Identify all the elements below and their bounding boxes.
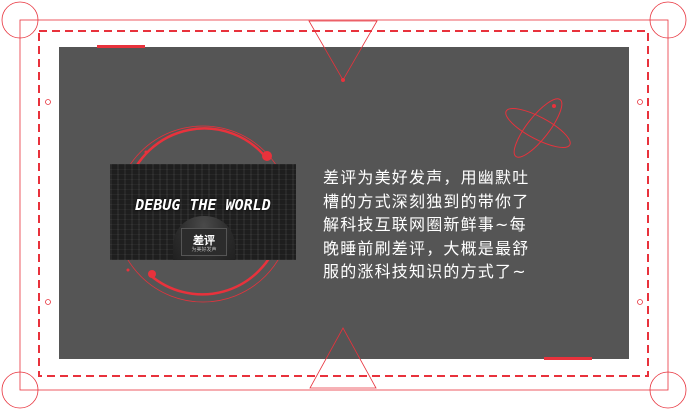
triangle-bottom bbox=[309, 327, 377, 389]
banner-image: DEBUG THE WORLD 差评 为美好发声 bbox=[110, 164, 296, 260]
description-line-2: 槽的方式深刻独到的带你了 bbox=[323, 191, 530, 211]
accent-bar-bottom bbox=[544, 357, 592, 360]
ring-dot-small-1 bbox=[144, 150, 148, 154]
accent-bar-top bbox=[97, 45, 145, 48]
ring-dot-large bbox=[262, 151, 272, 161]
banner-title: DEBUG THE WORLD bbox=[135, 196, 271, 214]
laptop: 差评 为美好发声 bbox=[181, 228, 227, 256]
triangle-top bbox=[308, 20, 378, 81]
brand-slogan: 为美好发声 bbox=[191, 247, 217, 253]
description-text: 差评为美好发声，用幽默吐 槽的方式深刻独到的带你了 解科技互联网圈新鲜事~每 晚… bbox=[323, 166, 573, 284]
triangle-top-dot bbox=[341, 78, 345, 82]
orbit-icon bbox=[505, 98, 571, 158]
card: DEBUG THE WORLD 差评 为美好发声 差评为美好发声，用幽默吐 槽的… bbox=[0, 0, 688, 410]
description-line-3: 解科技互联网圈新鲜事~每 bbox=[323, 215, 527, 234]
description-line-1: 差评为美好发声，用幽默吐 bbox=[323, 168, 530, 187]
description-line-5: 服的涨科技知识的方式了~ bbox=[323, 262, 527, 281]
ring-dot-small-2 bbox=[126, 268, 130, 272]
description-line-4: 晚睡前刷差评，大概是最舒 bbox=[323, 238, 530, 258]
ring-dot-medium bbox=[148, 270, 156, 278]
